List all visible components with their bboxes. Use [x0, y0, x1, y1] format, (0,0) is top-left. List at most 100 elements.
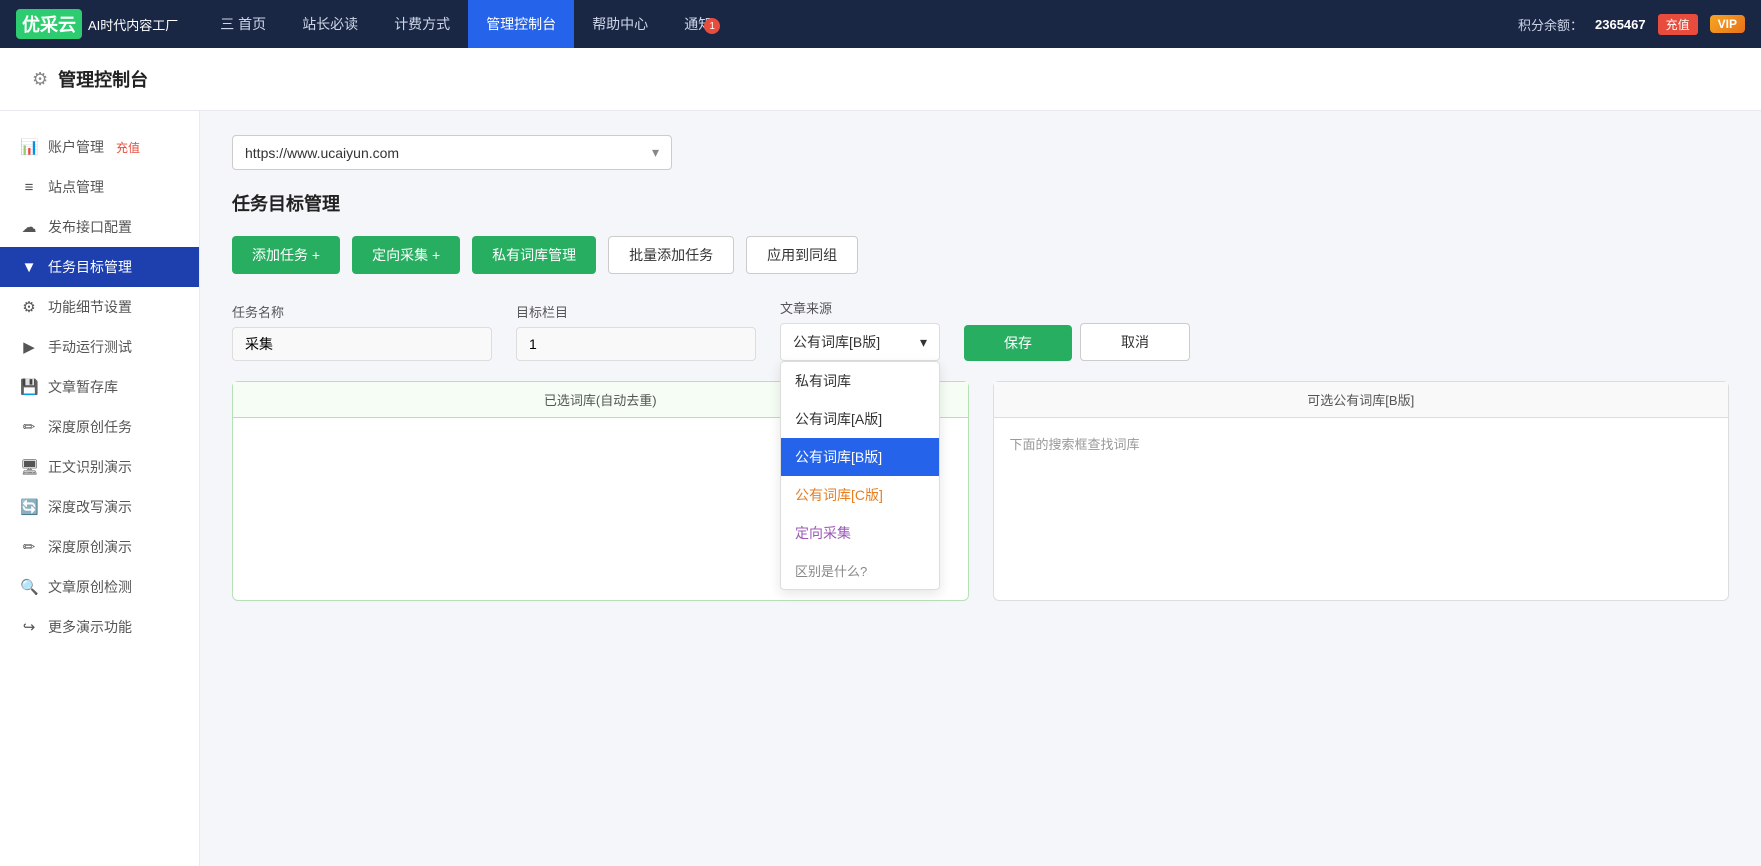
sidebar-item-deep-original[interactable]: ✏ 深度原创任务: [0, 407, 199, 447]
sidebar-item-draft[interactable]: 💾 文章暂存库: [0, 367, 199, 407]
sidebar-label-site: 站点管理: [48, 177, 104, 197]
edit-icon: ✏: [20, 538, 38, 556]
directed-collect-button[interactable]: 定向采集 +: [352, 236, 460, 274]
apply-group-button[interactable]: 应用到同组: [746, 236, 858, 274]
sidebar-item-deep-original-demo[interactable]: ✏ 深度原创演示: [0, 527, 199, 567]
save-cancel-group: 保存 取消: [964, 323, 1190, 361]
available-library-hint: 下面的搜索框查找词库: [994, 418, 1729, 469]
monitor-icon: 🖥: [20, 458, 38, 476]
option-public-b[interactable]: 公有词库[B版]: [781, 438, 939, 476]
sidebar-item-account[interactable]: 📊 账户管理 充值: [0, 127, 199, 167]
page-header: ⚙ 管理控制台: [0, 48, 1761, 111]
source-value: 公有词库[B版]: [793, 332, 880, 352]
section-title: 任务目标管理: [232, 190, 1729, 216]
nav-notification[interactable]: 通知 1: [666, 0, 730, 48]
main-content: https://www.ucaiyun.com ▾ 任务目标管理 添加任务 + …: [200, 111, 1761, 866]
sidebar-label-draft: 文章暂存库: [48, 377, 118, 397]
points-label: 积分余额：: [1518, 15, 1583, 34]
topnav-right: 积分余额： 2365467 充值 VIP: [1518, 14, 1745, 35]
nav-home[interactable]: 三 首页: [202, 0, 284, 48]
sidebar-recharge-link[interactable]: 充值: [116, 139, 140, 156]
list-icon: ≡: [20, 179, 38, 196]
target-column-group: 目标栏目: [516, 302, 756, 361]
source-dropdown[interactable]: 公有词库[B版] ▾: [780, 323, 940, 361]
option-public-a[interactable]: 公有词库[A版]: [781, 400, 939, 438]
source-dropdown-arrow-icon: ▾: [920, 334, 927, 351]
task-name-input[interactable]: [232, 327, 492, 361]
logo: 优采云 AI时代内容工厂: [16, 9, 178, 39]
dropdown-arrow-icon: ▾: [652, 144, 659, 161]
vip-badge: VIP: [1710, 15, 1745, 33]
nav-items: 三 首页 站长必读 计费方式 管理控制台 帮助中心 通知 1: [202, 0, 730, 48]
nav-billing[interactable]: 计费方式: [376, 0, 468, 48]
sidebar-label-deep-original: 深度原创任务: [48, 417, 132, 437]
source-label: 文章来源: [780, 298, 940, 317]
action-buttons: 添加任务 + 定向采集 + 私有词库管理 批量添加任务 应用到同组: [232, 236, 1729, 274]
cancel-button[interactable]: 取消: [1080, 323, 1190, 361]
sidebar-label-publish: 发布接口配置: [48, 217, 132, 237]
points-value: 2365467: [1595, 17, 1646, 32]
sidebar-item-feature[interactable]: ⚙ 功能细节设置: [0, 287, 199, 327]
nav-console[interactable]: 管理控制台: [468, 0, 574, 48]
option-private-library[interactable]: 私有词库: [781, 362, 939, 400]
sidebar-item-deep-rewrite[interactable]: 🔄 深度改写演示: [0, 487, 199, 527]
sidebar-label-feature: 功能细节设置: [48, 297, 132, 317]
chart-icon: 📊: [20, 138, 38, 156]
logo-tagline: AI时代内容工厂: [88, 15, 178, 34]
option-directed-collect[interactable]: 定向采集: [781, 514, 939, 552]
available-library-header: 可选公有词库[B版]: [994, 382, 1729, 418]
task-name-group: 任务名称: [232, 302, 492, 361]
form-row: 任务名称 目标栏目 文章来源 公有词库[B版] ▾ 私有词库 公有词库[A: [232, 298, 1729, 361]
filter-icon: ▼: [20, 259, 38, 276]
add-task-button[interactable]: 添加任务 +: [232, 236, 340, 274]
url-value: https://www.ucaiyun.com: [245, 145, 399, 161]
arrow-icon: ↪: [20, 618, 38, 636]
sidebar-label-deep-rewrite: 深度改写演示: [48, 497, 132, 517]
page-title: 管理控制台: [58, 66, 148, 92]
sidebar-item-site[interactable]: ≡ 站点管理: [0, 167, 199, 207]
target-column-input[interactable]: [516, 327, 756, 361]
save-icon: 💾: [20, 378, 38, 396]
option-difference[interactable]: 区别是什么?: [781, 552, 939, 589]
settings-icon: ⚙: [32, 69, 48, 90]
sidebar-item-text-recog[interactable]: 🖥 正文识别演示: [0, 447, 199, 487]
batch-add-button[interactable]: 批量添加任务: [608, 236, 734, 274]
cloud-icon: ☁: [20, 218, 38, 236]
target-column-label: 目标栏目: [516, 302, 756, 321]
sidebar-item-more-demo[interactable]: ↪ 更多演示功能: [0, 607, 199, 647]
source-dropdown-wrapper: 公有词库[B版] ▾ 私有词库 公有词库[A版] 公有词库[B版] 公有词库[C…: [780, 323, 940, 361]
sidebar-label-more-demo: 更多演示功能: [48, 617, 132, 637]
sidebar-label-account: 账户管理: [48, 137, 104, 157]
search-icon: 🔍: [20, 578, 38, 596]
logo-brand: 优采云: [16, 9, 82, 39]
content-area: 📊 账户管理 充值 ≡ 站点管理 ☁ 发布接口配置 ▼ 任务目标管理 ⚙ 功能细…: [0, 111, 1761, 866]
option-public-c[interactable]: 公有词库[C版]: [781, 476, 939, 514]
save-button[interactable]: 保存: [964, 325, 1072, 361]
nav-help[interactable]: 帮助中心: [574, 0, 666, 48]
pencil-icon: ✏: [20, 418, 38, 436]
sidebar-item-original-check[interactable]: 🔍 文章原创检测: [0, 567, 199, 607]
sidebar-item-publish[interactable]: ☁ 发布接口配置: [0, 207, 199, 247]
url-dropdown[interactable]: https://www.ucaiyun.com ▾: [232, 135, 672, 170]
recharge-button[interactable]: 充值: [1658, 14, 1698, 35]
sidebar-label-task: 任务目标管理: [48, 257, 132, 277]
sidebar-item-task[interactable]: ▼ 任务目标管理: [0, 247, 199, 287]
refresh-icon: 🔄: [20, 498, 38, 516]
sidebar-item-manual[interactable]: ▶ 手动运行测试: [0, 327, 199, 367]
sidebar: 📊 账户管理 充值 ≡ 站点管理 ☁ 发布接口配置 ▼ 任务目标管理 ⚙ 功能细…: [0, 111, 200, 866]
private-library-button[interactable]: 私有词库管理: [472, 236, 596, 274]
source-dropdown-menu: 私有词库 公有词库[A版] 公有词库[B版] 公有词库[C版] 定向采集 区别是…: [780, 361, 940, 590]
task-name-label: 任务名称: [232, 302, 492, 321]
nav-must-read[interactable]: 站长必读: [284, 0, 376, 48]
play-icon: ▶: [20, 338, 38, 356]
sidebar-label-text-recog: 正文识别演示: [48, 457, 132, 477]
notification-count: 1: [704, 18, 720, 34]
sidebar-label-manual: 手动运行测试: [48, 337, 132, 357]
word-library-section: 已选词库(自动去重) 可选公有词库[B版] 下面的搜索框查找词库: [232, 381, 1729, 601]
gear-icon: ⚙: [20, 298, 38, 316]
available-library-box: 可选公有词库[B版] 下面的搜索框查找词库: [993, 381, 1730, 601]
sidebar-label-original-check: 文章原创检测: [48, 577, 132, 597]
source-group: 文章来源 公有词库[B版] ▾ 私有词库 公有词库[A版] 公有词库[B版] 公…: [780, 298, 940, 361]
sidebar-label-deep-original-demo: 深度原创演示: [48, 537, 132, 557]
top-navigation: 优采云 AI时代内容工厂 三 首页 站长必读 计费方式 管理控制台 帮助中心 通…: [0, 0, 1761, 48]
